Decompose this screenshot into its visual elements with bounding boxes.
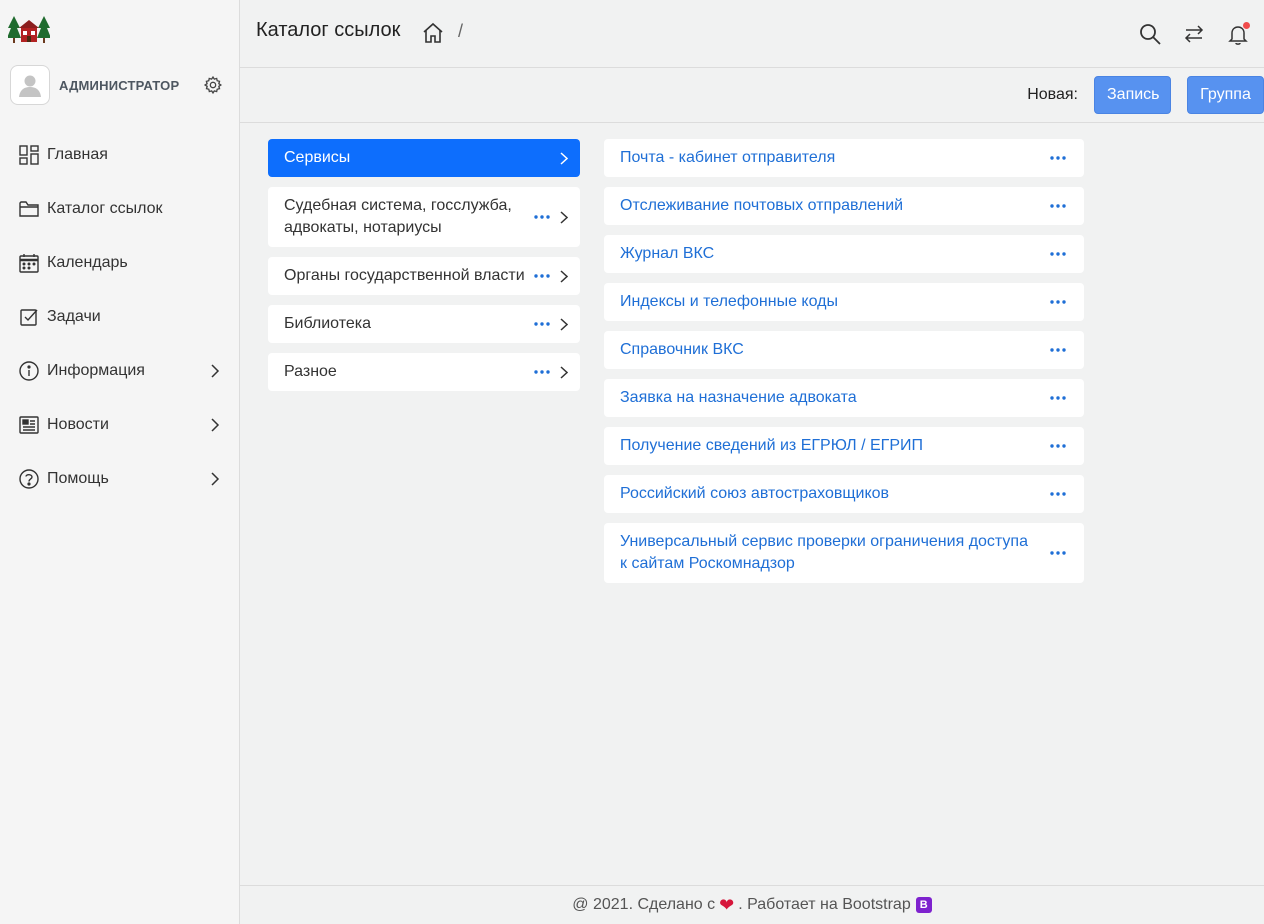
user-panel: АДМИНИСТРАТОР: [10, 64, 230, 106]
sidebar-item-label: Каталог ссылок: [47, 200, 163, 217]
heart-icon: ❤: [719, 894, 735, 915]
more-options-icon[interactable]: [532, 364, 552, 380]
list-item: Индексы и телефонные коды: [604, 283, 1084, 321]
more-options-icon[interactable]: [1048, 342, 1068, 358]
sidebar: АДМИНИСТРАТОР Главная Каталог ссылок Кал…: [0, 0, 240, 924]
list-item: Универсальный сервис проверки ограничени…: [604, 523, 1084, 583]
more-options-icon[interactable]: [1048, 486, 1068, 502]
more-options-icon[interactable]: [532, 209, 552, 225]
sidebar-item-tasks[interactable]: Задачи: [0, 290, 240, 344]
sidebar-item-news[interactable]: Новости: [0, 398, 240, 452]
more-options-icon[interactable]: [1048, 294, 1068, 310]
footer-prefix: @ 2021. Сделано с: [572, 896, 716, 913]
chevron-right-icon: [558, 269, 570, 283]
sidebar-item-label: Главная: [47, 146, 108, 163]
swap-arrows-icon[interactable]: [1182, 22, 1206, 46]
list-item: Получение сведений из ЕГРЮЛ / ЕГРИП: [604, 427, 1084, 465]
link-item[interactable]: Универсальный сервис проверки ограничени…: [620, 531, 1048, 575]
sidebar-item-label: Задачи: [47, 308, 101, 325]
more-options-icon[interactable]: [1048, 246, 1068, 262]
link-item[interactable]: Индексы и телефонные коды: [620, 291, 1048, 313]
list-item: Почта - кабинет отправителя: [604, 139, 1084, 177]
avatar[interactable]: [10, 65, 50, 105]
group-label: Сервисы: [284, 149, 351, 166]
chevron-right-icon: [558, 365, 570, 379]
chevron-right-icon: [558, 210, 570, 224]
new-label: Новая:: [1027, 86, 1078, 103]
bootstrap-logo-icon: B: [915, 897, 932, 913]
group-item-services[interactable]: Сервисы: [268, 139, 580, 177]
chevron-right-icon: [208, 364, 222, 378]
logo[interactable]: [7, 14, 51, 46]
checkbox-icon: [18, 306, 40, 328]
page-title: Каталог ссылок: [256, 19, 401, 41]
group-item-library[interactable]: Библиотека: [268, 305, 580, 343]
list-item: Справочник ВКС: [604, 331, 1084, 369]
header: Каталог ссылок /: [240, 0, 1264, 68]
sidebar-nav: Главная Каталог ссылок Календарь Задачи …: [0, 128, 240, 506]
link-item[interactable]: Отслеживание почтовых отправлений: [620, 195, 1048, 217]
list-item: Заявка на назначение адвоката: [604, 379, 1084, 417]
new-record-button[interactable]: Запись: [1094, 76, 1171, 114]
more-options-icon[interactable]: [532, 268, 552, 284]
more-options-icon[interactable]: [532, 316, 552, 332]
chevron-right-icon: [558, 151, 570, 165]
user-name: АДМИНИСТРАТОР: [59, 77, 180, 93]
sidebar-item-label: Помощь: [47, 470, 109, 487]
more-options-icon[interactable]: [1048, 545, 1068, 561]
group-label: Библиотека: [284, 315, 371, 332]
gear-icon[interactable]: [202, 74, 224, 96]
sidebar-item-label: Календарь: [47, 254, 128, 271]
group-item-misc[interactable]: Разное: [268, 353, 580, 391]
newspaper-icon: [18, 414, 40, 436]
home-icon[interactable]: [422, 22, 444, 44]
group-label: Разное: [284, 363, 337, 380]
more-options-icon[interactable]: [1048, 390, 1068, 406]
sidebar-item-label: Информация: [47, 362, 145, 379]
group-item-government[interactable]: Органы государственной власти: [268, 257, 580, 295]
sidebar-item-link-catalog[interactable]: Каталог ссылок: [0, 182, 240, 236]
search-icon[interactable]: [1138, 22, 1162, 46]
sidebar-item-help[interactable]: Помощь: [0, 452, 240, 506]
sidebar-item-calendar[interactable]: Календарь: [0, 236, 240, 290]
chevron-right-icon: [208, 418, 222, 432]
dashboard-icon: [18, 144, 40, 166]
link-item[interactable]: Получение сведений из ЕГРЮЛ / ЕГРИП: [620, 435, 1048, 457]
link-item[interactable]: Справочник ВКС: [620, 339, 1048, 361]
group-label: Судебная система, госслужба, адвокаты, н…: [284, 197, 512, 236]
group-label: Органы государственной власти: [284, 267, 525, 284]
calendar-icon: [18, 252, 40, 274]
link-item[interactable]: Почта - кабинет отправителя: [620, 147, 1048, 169]
sidebar-item-home[interactable]: Главная: [0, 128, 240, 182]
list-item: Отслеживание почтовых отправлений: [604, 187, 1084, 225]
link-list: Почта - кабинет отправителя Отслеживание…: [604, 139, 1084, 593]
new-group-button[interactable]: Группа: [1187, 76, 1264, 114]
footer-suffix: . Работает на Bootstrap: [738, 896, 911, 913]
notification-dot: [1243, 22, 1250, 29]
list-item: Журнал ВКС: [604, 235, 1084, 273]
link-item[interactable]: Журнал ВКС: [620, 243, 1048, 265]
notification-bell-icon[interactable]: [1226, 22, 1250, 46]
more-options-icon[interactable]: [1048, 150, 1068, 166]
toolbar: Новая: Запись Группа: [240, 68, 1264, 123]
list-item: Российский союз автостраховщиков: [604, 475, 1084, 513]
group-list: Сервисы Судебная система, госслужба, адв…: [268, 139, 580, 401]
more-options-icon[interactable]: [1048, 438, 1068, 454]
link-item[interactable]: Российский союз автостраховщиков: [620, 483, 1048, 505]
group-item-judicial[interactable]: Судебная система, госслужба, адвокаты, н…: [268, 187, 580, 247]
more-options-icon[interactable]: [1048, 198, 1068, 214]
footer: @ 2021. Сделано с ❤ . Работает на Bootst…: [240, 885, 1264, 924]
chevron-right-icon: [208, 472, 222, 486]
help-icon: [18, 468, 40, 490]
folder-icon: [18, 198, 40, 220]
info-icon: [18, 360, 40, 382]
chevron-right-icon: [558, 317, 570, 331]
sidebar-item-label: Новости: [47, 416, 109, 433]
sidebar-item-information[interactable]: Информация: [0, 344, 240, 398]
link-item[interactable]: Заявка на назначение адвоката: [620, 387, 1048, 409]
user-icon: [19, 75, 41, 97]
breadcrumb-separator: /: [458, 21, 464, 41]
